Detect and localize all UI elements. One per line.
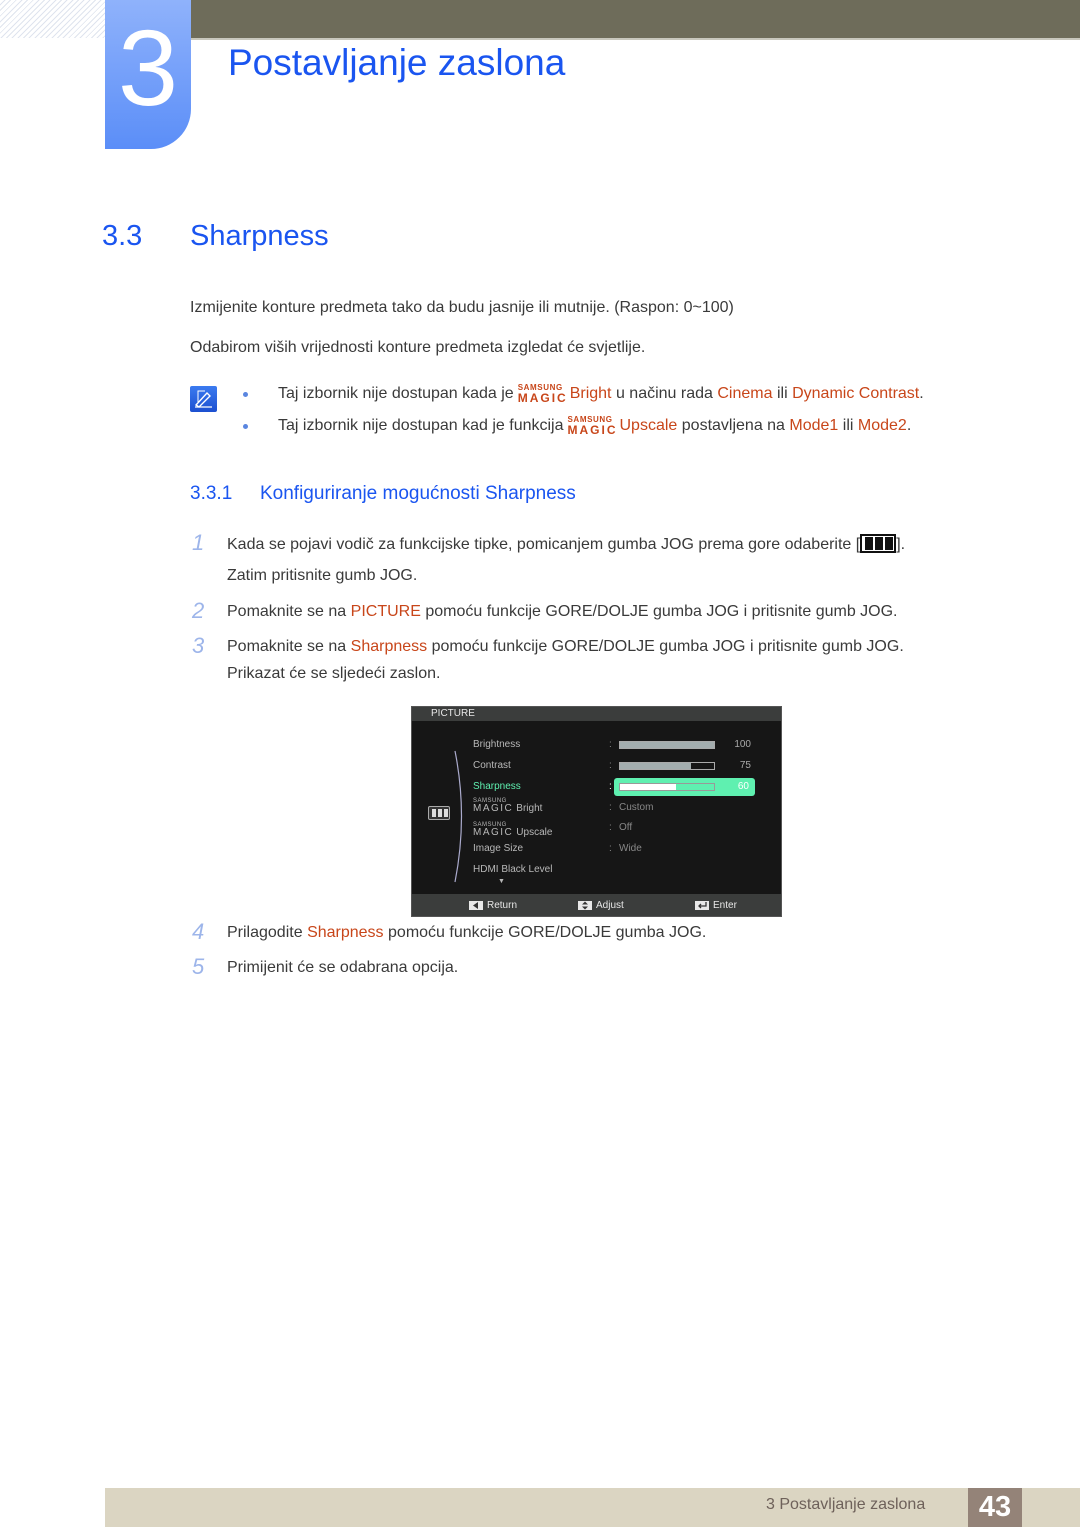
note-pencil-icon bbox=[190, 386, 217, 412]
header-bar-line bbox=[190, 38, 1080, 40]
header-bar bbox=[190, 0, 1080, 38]
osd-item-brightness[interactable]: Brightness bbox=[473, 739, 520, 750]
section-title: Sharpness bbox=[190, 220, 329, 252]
step-2-text: Pomaknite se na PICTURE pomoću funkcije … bbox=[227, 603, 898, 620]
subsection-title: Konfiguriranje mogućnosti Sharpness bbox=[260, 483, 576, 504]
osd-scroll-down-icon[interactable]: ▼ bbox=[498, 878, 505, 885]
step-5-text: Primijenit će se odabrana opcija. bbox=[227, 959, 459, 976]
osd-title: PICTURE bbox=[412, 707, 781, 721]
osd-adjust-button[interactable]: Adjust bbox=[578, 900, 624, 911]
osd-item-magic-bright[interactable]: SAMSUNG MAGIC Bright bbox=[473, 798, 542, 814]
enter-key-icon bbox=[695, 901, 709, 910]
step-3-line-1: Pomaknite se na Sharpness pomoću funkcij… bbox=[227, 638, 904, 655]
osd-magic-upscale-value: Off bbox=[619, 822, 633, 833]
osd-sharpness-highlight[interactable]: 60 bbox=[614, 778, 755, 796]
step-number-5: 5 bbox=[192, 954, 205, 979]
chapter-badge: 3 bbox=[105, 0, 191, 149]
osd-contrast-bar[interactable] bbox=[619, 762, 715, 770]
samsung-magic-logo: SAMSUNG MAGIC bbox=[517, 383, 568, 405]
step-number-2: 2 bbox=[192, 598, 205, 623]
osd-sharpness-fill bbox=[620, 784, 677, 790]
footer-chapter-label: 3 Postavljanje zaslona bbox=[766, 1496, 926, 1513]
step-1-line-2: Zatim pritisnite gumb JOG. bbox=[227, 567, 418, 584]
samsung-magic-logo: SAMSUNG MAGIC bbox=[473, 798, 514, 814]
osd-magic-bright-value: Custom bbox=[619, 802, 654, 813]
subsection-number: 3.3.1 bbox=[190, 483, 233, 504]
section-number: 3.3 bbox=[102, 220, 143, 252]
samsung-magic-logo: SAMSUNG MAGIC bbox=[567, 415, 618, 437]
menu-key-icon bbox=[860, 534, 897, 553]
osd-picture-menu: PICTURE Brightness : 100 Contrast : 75 S… bbox=[411, 706, 782, 917]
osd-sharpness-value: 60 bbox=[737, 781, 749, 792]
subsection-heading: 3.3.1 Konfiguriranje mogućnosti Sharpness bbox=[190, 483, 576, 505]
chapter-title: Postavljanje zaslona bbox=[228, 42, 566, 83]
osd-footer: Return Adjust Enter bbox=[412, 894, 781, 916]
step-4-text: Prilagodite Sharpness pomoću funkcije GO… bbox=[227, 924, 707, 941]
header-hatch-decoration bbox=[0, 0, 105, 38]
note-item-2: Taj izbornik nije dostupan kad je funkci… bbox=[243, 416, 911, 436]
osd-return-button[interactable]: Return bbox=[469, 900, 517, 911]
osd-item-image-size[interactable]: Image Size bbox=[473, 843, 523, 854]
bullet-icon bbox=[243, 391, 248, 397]
osd-brightness-value: 100 bbox=[734, 739, 751, 750]
step-number-4: 4 bbox=[192, 919, 205, 944]
paragraph-2: Odabirom viših vrijednosti konture predm… bbox=[190, 339, 646, 356]
osd-item-contrast[interactable]: Contrast bbox=[473, 760, 511, 771]
return-key-icon bbox=[469, 901, 483, 910]
osd-contrast-fill bbox=[620, 763, 691, 769]
osd-contrast-value: 75 bbox=[739, 760, 751, 771]
footer-band bbox=[105, 1488, 1080, 1527]
osd-brightness-fill bbox=[620, 742, 714, 748]
osd-item-magic-upscale[interactable]: SAMSUNG MAGIC Upscale bbox=[473, 822, 552, 838]
page-number: 43 bbox=[968, 1488, 1022, 1527]
step-number-1: 1 bbox=[192, 530, 205, 555]
step-3-line-2: Prikazat će se sljedeći zaslon. bbox=[227, 665, 441, 682]
osd-arc-decoration bbox=[454, 750, 463, 883]
chapter-number: 3 bbox=[117, 7, 179, 128]
samsung-magic-logo: SAMSUNG MAGIC bbox=[473, 822, 514, 838]
note-item-1: Taj izbornik nije dostupan kada je SAMSU… bbox=[243, 384, 924, 404]
osd-item-sharpness[interactable]: Sharpness bbox=[473, 781, 521, 792]
osd-image-size-value: Wide bbox=[619, 843, 642, 854]
osd-picture-category-icon[interactable] bbox=[428, 806, 450, 820]
osd-enter-button[interactable]: Enter bbox=[695, 900, 737, 911]
adjust-key-icon bbox=[578, 901, 592, 910]
step-number-3: 3 bbox=[192, 633, 205, 658]
osd-item-hdmi-black-level[interactable]: HDMI Black Level bbox=[473, 864, 552, 875]
bullet-icon bbox=[243, 423, 248, 429]
osd-brightness-bar[interactable] bbox=[619, 741, 715, 749]
step-1-line-1: Kada se pojavi vodič za funkcijske tipke… bbox=[227, 534, 906, 553]
paragraph-1: Izmijenite konture predmeta tako da budu… bbox=[190, 299, 734, 316]
osd-sharpness-bar[interactable] bbox=[619, 783, 715, 791]
